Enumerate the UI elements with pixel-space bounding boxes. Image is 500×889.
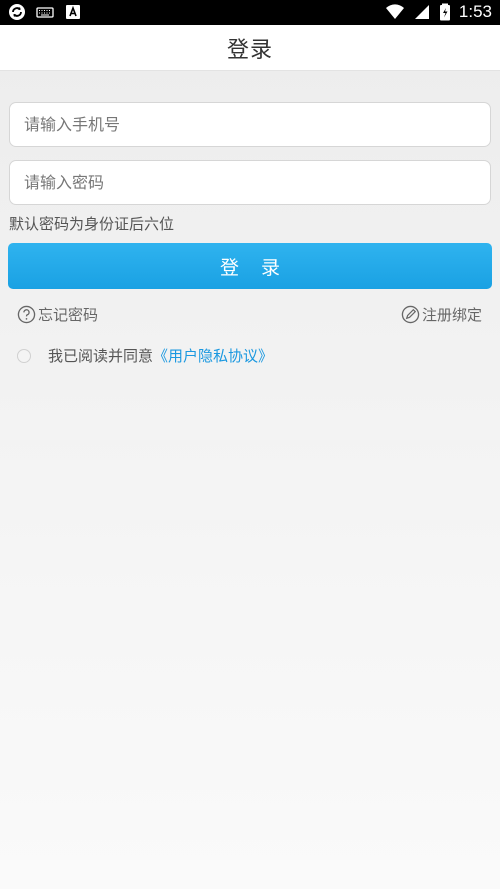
signal-icon [414,5,429,19]
page-title: 登录 [226,37,273,63]
keyboard-icon [36,7,54,18]
phone-input[interactable] [9,102,491,147]
status-bar: 1:53 [0,0,500,25]
a-notification-icon [66,5,80,19]
agreement-radio[interactable] [17,348,31,363]
login-button[interactable]: 登录 [8,243,492,289]
sync-icon [9,4,25,20]
agreement-row: 我已阅读并同意 《用户隐私协议》 [17,345,273,366]
password-hint: 默认密码为身份证后六位 [9,215,175,233]
wifi-icon [385,4,404,19]
status-right-icons: 1:53 [385,2,492,22]
register-bind-link[interactable]: 注册绑定 [401,304,482,325]
forgot-password-link[interactable]: 忘记密码 [17,304,98,325]
agreement-text: 我已阅读并同意 [48,347,154,365]
question-circle-icon [17,305,36,324]
privacy-policy-link[interactable]: 《用户隐私协议》 [153,345,273,366]
register-bind-label: 注册绑定 [421,306,482,324]
battery-icon [439,3,450,21]
edit-icon [401,305,420,324]
password-input[interactable] [9,160,491,205]
forgot-password-label: 忘记密码 [38,306,99,324]
status-time: 1:53 [458,2,492,21]
header: 登录 [0,25,500,71]
status-left-icons [8,3,82,21]
